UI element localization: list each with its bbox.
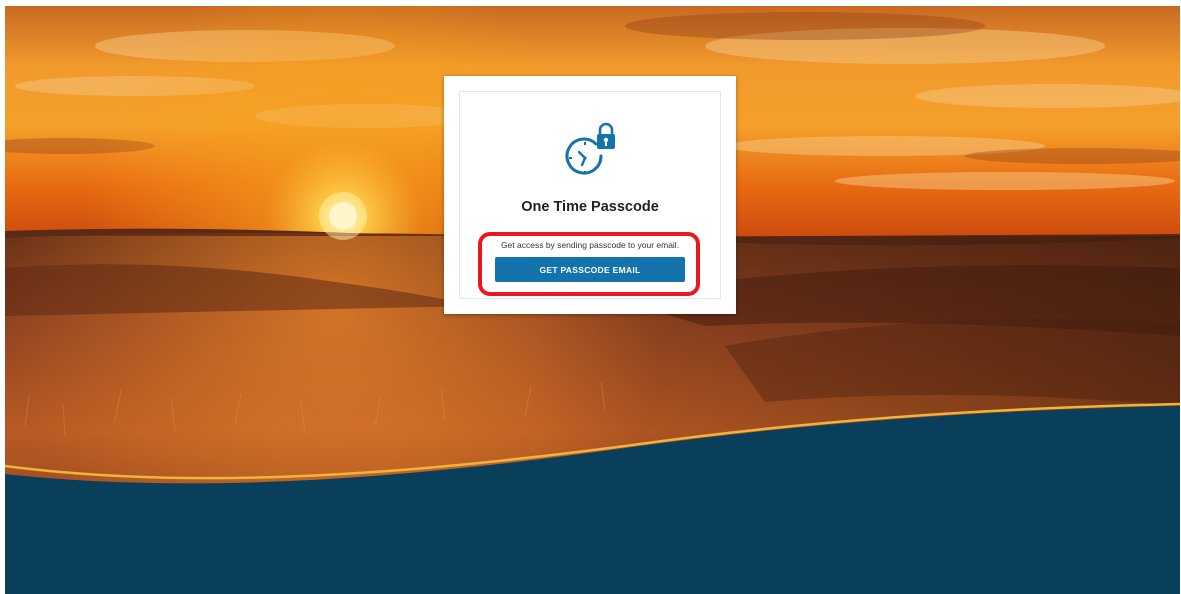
clock-lock-icon [565, 122, 615, 175]
page-title: One Time Passcode [521, 199, 659, 215]
passcode-card: One Time Passcode Get access by sending … [444, 76, 736, 314]
get-passcode-email-button[interactable]: GET PASSCODE EMAIL [495, 257, 685, 282]
passcode-panel: One Time Passcode Get access by sending … [459, 91, 721, 299]
passcode-description: Get access by sending passcode to your e… [500, 240, 680, 250]
